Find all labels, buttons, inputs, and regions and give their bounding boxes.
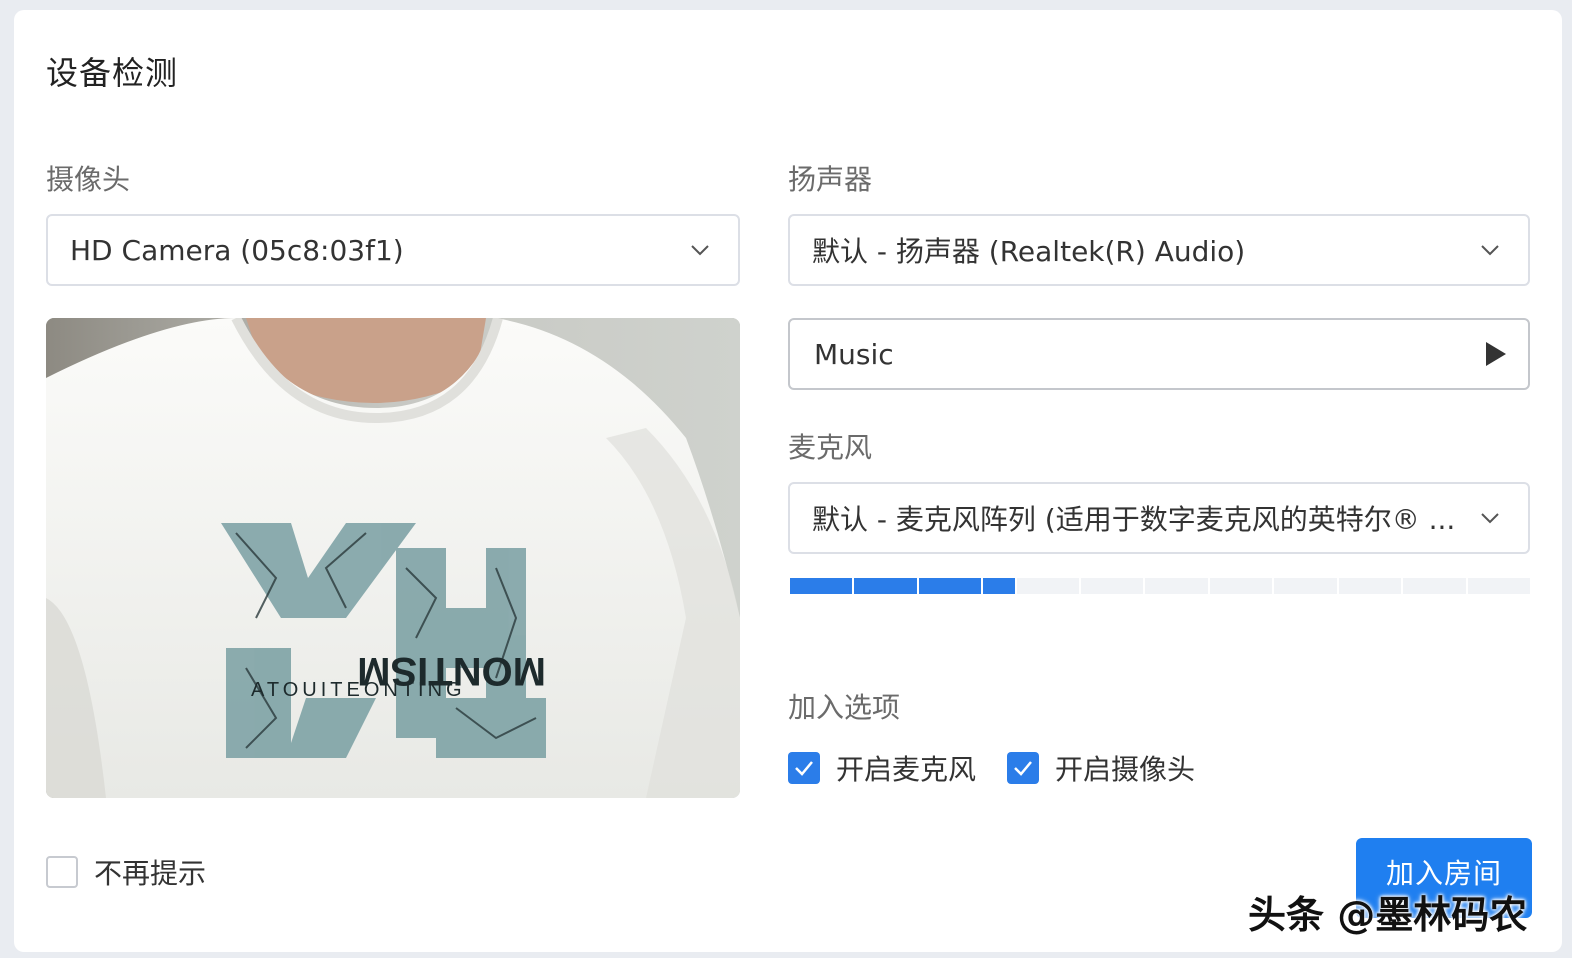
speaker-test-player[interactable]: Music [788, 318, 1530, 390]
microphone-select[interactable]: 默认 - 麦克风阵列 (适用于数字麦克风的英特尔® ... [788, 482, 1530, 554]
camera-label: 摄像头 [46, 163, 131, 196]
camera-select-value: HD Camera (05c8:03f1) [70, 233, 404, 267]
microphone-label: 麦克风 [788, 431, 873, 464]
microphone-select-value: 默认 - 麦克风阵列 (适用于数字麦克风的英特尔® ... [812, 503, 1456, 536]
level-segment [1274, 578, 1337, 594]
chevron-down-icon [1481, 513, 1499, 524]
dialog-title: 设备检测 [46, 54, 179, 92]
test-audio-name: Music [814, 337, 894, 371]
level-segment [983, 578, 1015, 594]
watermark: 头条 @墨林码农 [1248, 893, 1528, 937]
camera-preview-image: MONTISM ATOUITEONTING [46, 318, 740, 798]
enable-camera-checkbox[interactable] [1007, 752, 1039, 784]
play-icon[interactable] [1484, 340, 1508, 368]
enable-camera-option[interactable]: 开启摄像头 [1007, 748, 1195, 788]
speaker-label: 扬声器 [788, 163, 873, 196]
level-segment [1338, 578, 1402, 594]
camera-select[interactable]: HD Camera (05c8:03f1) [46, 214, 740, 286]
level-segment [790, 578, 853, 594]
level-segment [1080, 578, 1144, 594]
speaker-select[interactable]: 默认 - 扬声器 (Realtek(R) Audio) [788, 214, 1530, 286]
chevron-down-icon [1481, 245, 1499, 256]
level-segment [1403, 578, 1466, 594]
level-segment [1016, 578, 1079, 594]
dont-show-again-label: 不再提示 [94, 857, 207, 890]
level-segment [1209, 578, 1273, 594]
level-segment [1145, 578, 1208, 594]
level-segment [854, 578, 917, 594]
enable-mic-label: 开启麦克风 [836, 753, 977, 786]
level-segment [918, 578, 982, 594]
device-check-dialog: 设备检测 摄像头 HD Camera (05c8:03f1) MONTISM A… [14, 10, 1562, 952]
enable-mic-option[interactable]: 开启麦克风 [788, 748, 976, 788]
speaker-select-value: 默认 - 扬声器 (Realtek(R) Audio) [812, 235, 1246, 268]
join-options-label: 加入选项 [788, 691, 901, 724]
microphone-level-meter [790, 578, 1531, 594]
dont-show-again-option[interactable]: 不再提示 [46, 852, 206, 892]
check-icon [795, 761, 813, 776]
enable-mic-checkbox[interactable] [788, 752, 820, 784]
check-icon [1014, 761, 1032, 776]
chevron-down-icon [691, 245, 709, 256]
shirt-text-2: ATOUITEONTING [251, 679, 466, 701]
enable-camera-label: 开启摄像头 [1055, 753, 1196, 786]
camera-preview: MONTISM ATOUITEONTING [46, 318, 740, 798]
level-segment [1467, 578, 1531, 594]
dont-show-again-checkbox[interactable] [46, 856, 78, 888]
